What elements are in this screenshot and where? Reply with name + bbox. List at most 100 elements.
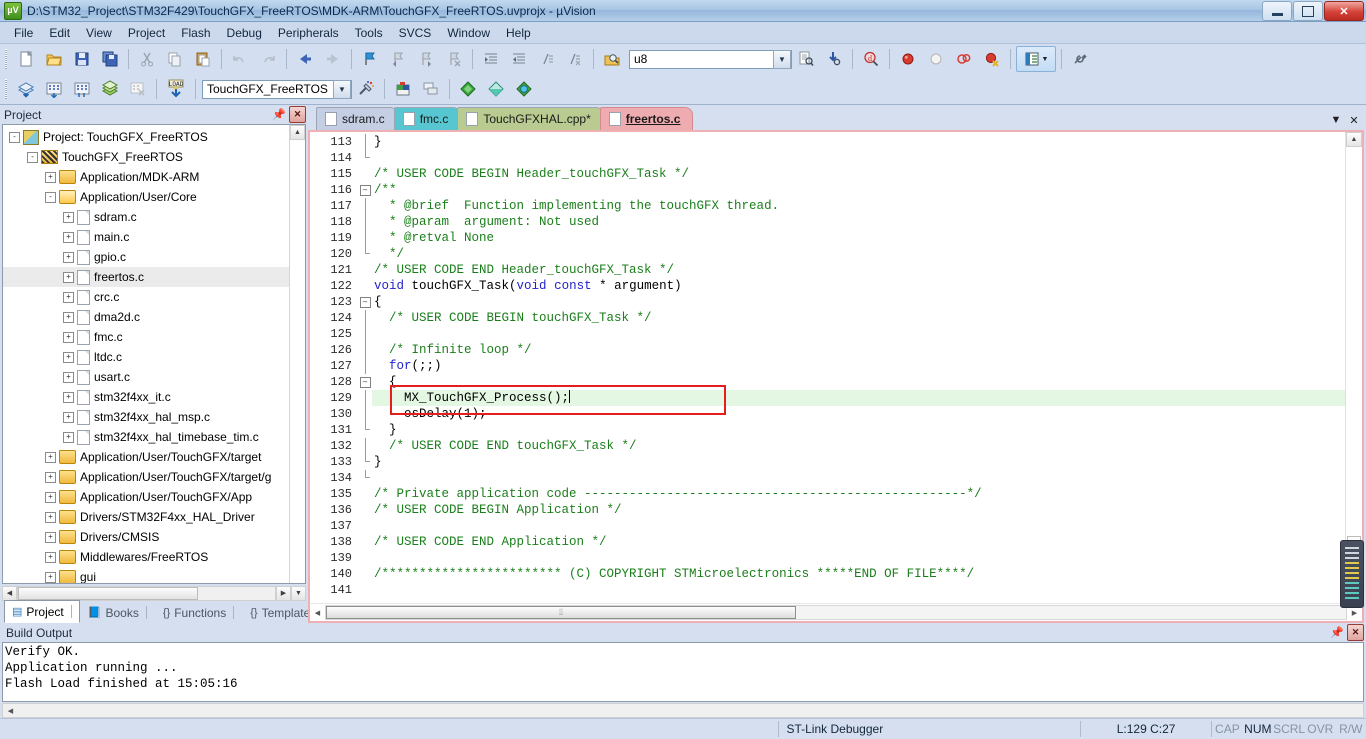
- bookmark-next-icon[interactable]: [413, 46, 439, 72]
- tree-item[interactable]: + Application/User/TouchGFX/target: [3, 447, 289, 467]
- expand-toggle-icon[interactable]: +: [45, 571, 56, 583]
- tree-item[interactable]: + Middlewares/FreeRTOS: [3, 547, 289, 567]
- code-line[interactable]: [372, 518, 1345, 534]
- code-line[interactable]: /* USER CODE END Application */: [372, 534, 1345, 550]
- debug-find-icon[interactable]: d: [858, 46, 884, 72]
- menu-item-file[interactable]: File: [6, 23, 41, 43]
- select-software-packs-icon[interactable]: [511, 76, 537, 102]
- expand-toggle-icon[interactable]: +: [63, 351, 74, 363]
- menu-item-peripherals[interactable]: Peripherals: [270, 23, 347, 43]
- tree-item[interactable]: + gpio.c: [3, 247, 289, 267]
- panel-tab-functions[interactable]: {} Functions: [155, 602, 242, 623]
- code-line[interactable]: [372, 582, 1345, 598]
- tree-item[interactable]: + fmc.c: [3, 327, 289, 347]
- tree-item[interactable]: + Drivers/CMSIS: [3, 527, 289, 547]
- pin-icon[interactable]: 📌: [1330, 626, 1344, 640]
- configure-icon[interactable]: [1067, 46, 1093, 72]
- save-icon[interactable]: [69, 46, 95, 72]
- cut-icon[interactable]: [134, 46, 160, 72]
- code-line[interactable]: {: [372, 374, 1345, 390]
- scroll-up-icon[interactable]: ▲: [290, 125, 305, 140]
- collapse-toggle-icon[interactable]: -: [9, 131, 20, 143]
- hscroll-thumb[interactable]: ⦙⦙: [326, 606, 796, 619]
- tree-item[interactable]: + gui: [3, 567, 289, 583]
- expand-toggle-icon[interactable]: +: [45, 531, 56, 543]
- code-line[interactable]: }: [372, 422, 1345, 438]
- hscroll-track[interactable]: ⦙⦙: [325, 605, 1347, 620]
- tab-list-dropdown-icon[interactable]: ▼: [1328, 112, 1344, 128]
- editor-tab-fmcc[interactable]: fmc.c: [393, 107, 462, 130]
- insert-breakpoint-icon[interactable]: [895, 46, 921, 72]
- expand-toggle-icon[interactable]: +: [45, 451, 56, 463]
- panel-tab-books[interactable]: 📘 Books: [80, 602, 155, 623]
- code-line[interactable]: /**: [372, 182, 1345, 198]
- panel-tab-project[interactable]: ▤ Project: [4, 600, 80, 623]
- expand-toggle-icon[interactable]: +: [45, 511, 56, 523]
- chevron-down-icon[interactable]: ▼: [333, 79, 351, 99]
- menu-item-window[interactable]: Window: [439, 23, 498, 43]
- project-tree-scrollbar[interactable]: ▲: [289, 125, 305, 583]
- menu-item-help[interactable]: Help: [498, 23, 539, 43]
- code-line[interactable]: /* USER CODE BEGIN Application */: [372, 502, 1345, 518]
- code-line[interactable]: }: [372, 454, 1345, 470]
- code-line[interactable]: /* USER CODE BEGIN touchGFX_Task */: [372, 310, 1345, 326]
- redo-icon[interactable]: [255, 46, 281, 72]
- editor-vscrollbar[interactable]: ▲ ≡ ▼: [1345, 132, 1362, 603]
- code-line[interactable]: /* USER CODE END Header_touchGFX_Task */: [372, 262, 1345, 278]
- fold-marker[interactable]: –: [358, 374, 372, 390]
- tree-item[interactable]: - Project: TouchGFX_FreeRTOS: [3, 127, 289, 147]
- tree-item[interactable]: - TouchGFX_FreeRTOS: [3, 147, 289, 167]
- toolbar-grip[interactable]: [4, 49, 8, 69]
- build-output-hscrollbar[interactable]: ◀: [2, 703, 1364, 718]
- menu-item-view[interactable]: View: [78, 23, 120, 43]
- restore-button[interactable]: [1293, 1, 1323, 21]
- expand-toggle-icon[interactable]: +: [63, 231, 74, 243]
- manage-run-time-env-icon[interactable]: [483, 76, 509, 102]
- expand-toggle-icon[interactable]: +: [63, 251, 74, 263]
- toolbar-grip[interactable]: [4, 79, 8, 99]
- scroll-left-icon[interactable]: ◀: [3, 703, 18, 718]
- menu-item-svcs[interactable]: SVCS: [391, 23, 440, 43]
- expand-toggle-icon[interactable]: +: [63, 371, 74, 383]
- pack-installer-icon[interactable]: [455, 76, 481, 102]
- bookmark-toggle-icon[interactable]: [357, 46, 383, 72]
- close-document-icon[interactable]: ✕: [1346, 112, 1362, 128]
- scroll-left-icon[interactable]: ◀: [2, 585, 17, 601]
- close-icon[interactable]: ✕: [1347, 624, 1364, 641]
- paste-icon[interactable]: [190, 46, 216, 72]
- code-line[interactable]: [372, 470, 1345, 486]
- tree-item[interactable]: + Application/User/TouchGFX/target/g: [3, 467, 289, 487]
- minimize-button[interactable]: [1262, 1, 1292, 21]
- editor-tab-sdramc[interactable]: sdram.c: [316, 107, 398, 130]
- close-button[interactable]: ✕: [1324, 1, 1364, 21]
- chevron-down-icon[interactable]: ▼: [773, 49, 791, 69]
- code-line[interactable]: */: [372, 246, 1345, 262]
- code-line[interactable]: [372, 150, 1345, 166]
- fold-marker[interactable]: –: [358, 182, 372, 198]
- new-file-icon[interactable]: [13, 46, 39, 72]
- fold-marker[interactable]: –: [358, 294, 372, 310]
- scroll-right-icon[interactable]: ▶: [276, 585, 291, 601]
- fold-collapse-icon[interactable]: –: [359, 296, 371, 308]
- expand-toggle-icon[interactable]: +: [63, 331, 74, 343]
- tree-item[interactable]: + sdram.c: [3, 207, 289, 227]
- code-line[interactable]: * @param argument: Not used: [372, 214, 1345, 230]
- code-line[interactable]: [372, 550, 1345, 566]
- tree-item[interactable]: + Drivers/STM32F4xx_HAL_Driver: [3, 507, 289, 527]
- fold-collapse-icon[interactable]: –: [359, 184, 371, 196]
- tree-item[interactable]: + crc.c: [3, 287, 289, 307]
- hscroll-thumb[interactable]: [18, 586, 198, 600]
- disable-all-breakpoints-icon[interactable]: [951, 46, 977, 72]
- undo-icon[interactable]: [227, 46, 253, 72]
- outdent-icon[interactable]: [506, 46, 532, 72]
- code-line[interactable]: /* Infinite loop */: [372, 342, 1345, 358]
- code-line[interactable]: }: [372, 134, 1345, 150]
- expand-toggle-icon[interactable]: +: [63, 391, 74, 403]
- expand-toggle-icon[interactable]: +: [63, 411, 74, 423]
- expand-toggle-icon[interactable]: +: [63, 211, 74, 223]
- code-line[interactable]: osDelay(1);: [372, 406, 1345, 422]
- code-line[interactable]: * @retval None: [372, 230, 1345, 246]
- menu-item-project[interactable]: Project: [120, 23, 173, 43]
- tree-item[interactable]: + freertos.c: [3, 267, 289, 287]
- tree-item[interactable]: + ltdc.c: [3, 347, 289, 367]
